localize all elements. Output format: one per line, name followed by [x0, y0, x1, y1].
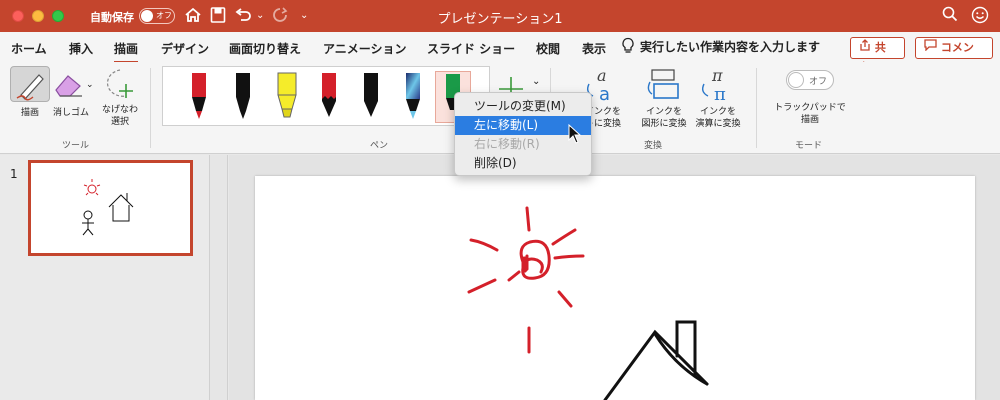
slide-number: 1: [10, 167, 18, 181]
trackpad-label-line2: 描画: [800, 115, 819, 125]
draw-tool-button[interactable]: [10, 66, 50, 102]
tab-slideshow[interactable]: スライド ショー: [427, 40, 515, 57]
lasso-label-line1: なげなわ: [101, 105, 138, 115]
black-pen-icon: [236, 73, 250, 119]
lasso-label-line2: 選択: [110, 117, 129, 127]
smiley-feedback-icon[interactable]: [971, 6, 989, 29]
ink-to-shape-icon: [647, 69, 679, 99]
tell-me-search[interactable]: 実行したい作業内容を入力します: [640, 38, 820, 55]
draw-pen-icon: [16, 74, 44, 101]
trackpad-draw-toggle[interactable]: オフ: [786, 70, 834, 90]
convert-group-label: 変換: [644, 141, 663, 151]
tab-transitions[interactable]: 画面切り替え: [229, 40, 301, 57]
share-button[interactable]: 共有: [850, 37, 905, 74]
pen-red[interactable]: [181, 71, 217, 123]
ink-to-math-line1: インクを: [699, 107, 736, 117]
menu-item-change-tool[interactable]: ツールの変更(M): [455, 97, 591, 116]
trackpad-label-line1: トラックパッドで: [774, 103, 846, 113]
tab-view[interactable]: 表示: [582, 40, 606, 57]
red-pen-icon: [192, 73, 206, 119]
svg-text:π: π: [714, 84, 726, 105]
title-bar: 自動保存 オフ ⌄ ⌄ プレゼンテーション1: [0, 0, 1000, 32]
mode-group-label: モード: [795, 141, 823, 151]
lightbulb-icon: [621, 37, 635, 58]
group-divider: [756, 68, 757, 148]
ink-to-math-icon: π π: [701, 66, 726, 105]
tab-design[interactable]: デザイン: [161, 40, 209, 57]
eraser-dropdown-chevron-icon[interactable]: ⌄: [86, 80, 94, 90]
lasso-select-button[interactable]: [100, 66, 140, 102]
pen-gallery: [162, 66, 490, 126]
group-divider: [150, 68, 151, 148]
tab-review[interactable]: 校閲: [536, 40, 560, 57]
lasso-icon: [107, 69, 133, 98]
pen-galaxy[interactable]: [395, 71, 431, 123]
trackpad-toggle-state: オフ: [809, 77, 828, 87]
comment-icon: [924, 38, 937, 58]
red-pencil-icon: [322, 73, 336, 117]
pencil-black[interactable]: [353, 71, 389, 123]
galaxy-pen-icon: [406, 73, 420, 119]
ink-to-shape-button[interactable]: [636, 66, 692, 106]
mouse-pointer-icon: [568, 123, 582, 147]
pencil-red[interactable]: [311, 71, 347, 123]
slide-canvas[interactable]: [255, 176, 975, 400]
ink-to-math-line2: 演算に変換: [695, 119, 741, 129]
svg-text:π: π: [711, 66, 723, 85]
black-pencil-icon: [364, 73, 378, 117]
ribbon-tabs: ホーム 挿入 描画 デザイン 画面切り替え アニメーション スライド ショー 校…: [0, 32, 1000, 74]
pens-group-label: ペン: [370, 141, 389, 151]
highlighter-yellow[interactable]: [269, 71, 305, 123]
tab-home[interactable]: ホーム: [11, 40, 47, 57]
tools-group-label: ツール: [62, 141, 90, 151]
comments-button[interactable]: コメント: [915, 37, 993, 74]
slide-ink-drawing: [467, 206, 709, 400]
eraser-icon: [55, 75, 82, 97]
tab-insert[interactable]: 挿入: [69, 40, 93, 57]
search-icon[interactable]: [942, 6, 958, 27]
lasso-select-label: なげなわ 選択: [90, 104, 150, 128]
slide-thumbnail-drawing: [82, 179, 134, 236]
trackpad-draw-label: トラックパッドで 描画: [770, 102, 850, 126]
svg-text:a: a: [599, 84, 610, 105]
toggle-knob: [788, 72, 804, 88]
yellow-highlighter-icon: [277, 72, 297, 118]
pen-black[interactable]: [225, 71, 261, 123]
ink-to-math-button[interactable]: π π: [690, 66, 746, 106]
window-title: プレゼンテーション1: [437, 12, 563, 27]
eraser-tool-button[interactable]: [50, 66, 90, 102]
tab-animations[interactable]: アニメーション: [323, 40, 407, 57]
add-pen-dropdown-chevron-icon[interactable]: ⌄: [532, 76, 540, 87]
ink-to-math-label: インクを 演算に変換: [686, 106, 750, 130]
menu-item-delete[interactable]: 削除(D): [455, 154, 591, 173]
svg-text:a: a: [597, 66, 607, 85]
slide-thumbnail[interactable]: [28, 160, 193, 256]
thumbnail-panel-scrollbar[interactable]: [210, 155, 228, 400]
tab-draw[interactable]: 描画: [114, 40, 139, 64]
share-icon: [859, 38, 871, 58]
